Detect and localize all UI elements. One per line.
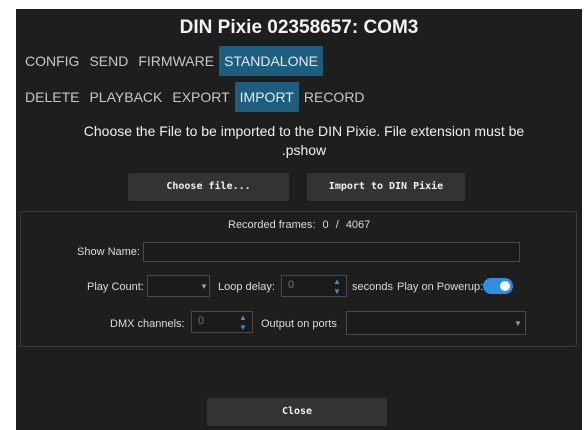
play-count-label: Play Count: [87, 281, 144, 293]
chevron-down-icon: ▼ [200, 282, 208, 291]
import-instructions: Choose the File to be imported to the DI… [83, 123, 525, 158]
show-settings-panel: Recorded frames: 0 / 4067 Show Name: Pla… [20, 211, 577, 347]
dialog-window: DIN Pixie 02358657: COM3 CONFIG SEND FIR… [16, 9, 582, 430]
recorded-frames-current: 0 [322, 219, 329, 231]
play-on-powerup-label: Play on Powerup: [397, 281, 484, 293]
chevron-down-icon: ▼ [514, 319, 522, 328]
chevron-up-icon[interactable]: ▲ [239, 314, 247, 322]
loop-delay-value: 0 [288, 279, 295, 291]
tab-firmware[interactable]: FIRMWARE [133, 46, 219, 76]
play-count-select[interactable]: ▼ [147, 275, 210, 297]
tab-send[interactable]: SEND [84, 46, 133, 76]
loop-delay-unit: seconds [352, 281, 393, 293]
close-button[interactable]: Close [207, 398, 387, 426]
tab-import[interactable]: IMPORT [234, 82, 299, 112]
recorded-frames-separator: / [335, 219, 339, 231]
choose-file-button[interactable]: Choose file... [128, 173, 289, 201]
tab-playback[interactable]: PLAYBACK [84, 82, 167, 112]
tab-standalone[interactable]: STANDALONE [219, 46, 323, 76]
chevron-down-icon[interactable]: ▼ [239, 324, 247, 332]
loop-delay-label: Loop delay: [218, 281, 275, 293]
chevron-up-icon[interactable]: ▲ [333, 278, 341, 286]
tab-delete[interactable]: DELETE [20, 82, 84, 112]
recorded-frames-total: 4067 [345, 219, 371, 231]
recorded-frames-label: Recorded frames: [228, 219, 316, 231]
tab-record[interactable]: RECORD [299, 82, 370, 112]
dmx-channels-label: DMX channels: [110, 318, 185, 330]
dmx-channels-spinbox[interactable]: 0 ▲ ▼ [191, 311, 253, 333]
window-title: DIN Pixie 02358657: COM3 [179, 17, 419, 38]
import-button[interactable]: Import to DIN Pixie [307, 173, 465, 201]
output-ports-label: Output on ports [261, 318, 337, 330]
play-on-powerup-toggle[interactable] [483, 278, 513, 294]
show-name-label: Show Name: [77, 246, 140, 258]
recorded-frames-readout: Recorded frames: 0 / 4067 [228, 219, 370, 231]
sub-tab-bar: DELETE PLAYBACK EXPORT IMPORT RECORD [20, 82, 370, 112]
output-ports-select[interactable]: ▼ [346, 311, 526, 335]
toggle-knob [500, 281, 510, 291]
dmx-channels-value: 0 [198, 315, 205, 327]
tab-config[interactable]: CONFIG [20, 46, 84, 76]
loop-delay-spinbox[interactable]: 0 ▲ ▼ [281, 275, 347, 297]
show-name-input[interactable] [143, 242, 520, 262]
tab-export[interactable]: EXPORT [167, 82, 234, 112]
main-tab-bar: CONFIG SEND FIRMWARE STANDALONE [20, 46, 323, 76]
chevron-down-icon[interactable]: ▼ [333, 288, 341, 296]
